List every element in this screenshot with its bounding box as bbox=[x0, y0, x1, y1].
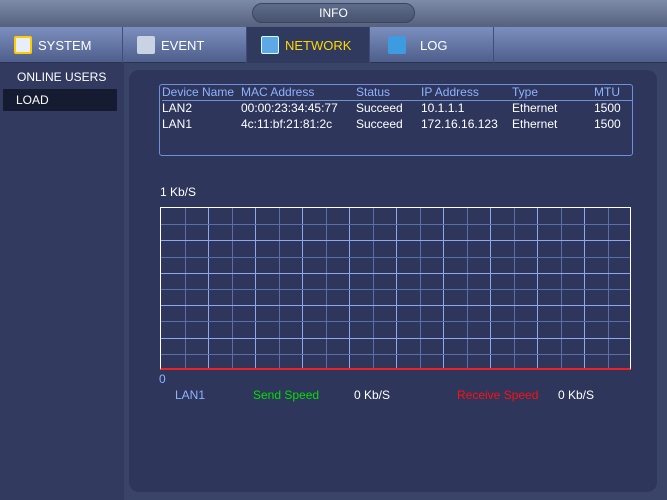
grid-line-h bbox=[161, 240, 630, 242]
send-speed-value: 0 Kb/S bbox=[354, 388, 391, 402]
col-status: Status bbox=[356, 85, 391, 99]
col-device-name: Device Name bbox=[162, 85, 235, 99]
window-title: INFO bbox=[252, 3, 415, 23]
grid-line-v bbox=[396, 208, 397, 368]
send-speed-label: Send Speed bbox=[253, 388, 320, 402]
tab-system[interactable]: SYSTEM bbox=[0, 27, 123, 63]
tab-network[interactable]: NETWORK bbox=[247, 27, 370, 63]
tab-label: EVENT bbox=[161, 37, 205, 53]
network-table: Device Name MAC Address Status IP Addres… bbox=[159, 84, 633, 156]
grid-line-v bbox=[513, 208, 515, 368]
col-type: Type bbox=[512, 85, 539, 99]
grid-line-v bbox=[278, 208, 280, 368]
grid-line-v bbox=[349, 208, 350, 368]
tab-label: LOG bbox=[420, 37, 448, 53]
y-max-label: 1 Kb/S bbox=[160, 185, 197, 199]
receive-speed-value: 0 Kb/S bbox=[558, 388, 595, 402]
cell: LAN2 bbox=[162, 101, 193, 115]
cell: Ethernet bbox=[512, 117, 558, 131]
grid-line-v bbox=[490, 208, 491, 368]
cell: LAN1 bbox=[162, 117, 193, 131]
grid-line-v bbox=[419, 208, 421, 368]
receive-speed-label: Receive Speed bbox=[457, 388, 539, 402]
tab-label: NETWORK bbox=[285, 37, 352, 53]
cell: 10.1.1.1 bbox=[421, 101, 465, 115]
sidebar: ONLINE USERS LOAD bbox=[0, 63, 124, 500]
cell: 1500 bbox=[594, 117, 621, 131]
col-mac: MAC Address bbox=[241, 85, 315, 99]
grid-line-v bbox=[537, 208, 538, 368]
grid-line-h bbox=[161, 256, 630, 258]
system-icon bbox=[14, 36, 32, 54]
log-icon bbox=[388, 36, 406, 54]
sidebar-item-load[interactable]: LOAD bbox=[3, 89, 117, 111]
grid-line-v bbox=[443, 208, 444, 368]
cell: Ethernet bbox=[512, 101, 558, 115]
grid-line-v bbox=[325, 208, 327, 368]
grid-line-v bbox=[607, 208, 609, 368]
tab-event[interactable]: EVENT bbox=[123, 27, 247, 63]
speed-graph bbox=[160, 207, 631, 370]
cell: Succeed bbox=[356, 117, 403, 131]
grid-line-h bbox=[161, 224, 630, 226]
grid-line-v bbox=[466, 208, 468, 368]
grid-line-v bbox=[255, 208, 256, 368]
tab-label: SYSTEM bbox=[38, 37, 92, 53]
cell: 00:00:23:34:45:77 bbox=[241, 101, 338, 115]
grid-line-v bbox=[184, 208, 186, 368]
table-row[interactable]: LAN2 00:00:23:34:45:77 Succeed 10.1.1.1 … bbox=[162, 101, 621, 117]
table-header: Device Name MAC Address Status IP Addres… bbox=[162, 85, 632, 101]
network-icon bbox=[261, 36, 279, 54]
table-row[interactable]: LAN1 4c:11:bf:21:81:2c Succeed 172.16.16… bbox=[162, 117, 621, 133]
grid-line-h bbox=[161, 353, 630, 355]
grid-line-h bbox=[161, 321, 630, 323]
cell: 4c:11:bf:21:81:2c bbox=[241, 117, 333, 131]
grid-line-v bbox=[208, 208, 209, 368]
tab-bar: SYSTEM EVENT NETWORK LOG bbox=[0, 27, 667, 63]
grid-line-h bbox=[161, 305, 630, 307]
col-mtu: MTU bbox=[594, 85, 620, 99]
interface-label: LAN1 bbox=[175, 388, 206, 402]
grid-line-v bbox=[584, 208, 585, 368]
grid-line-v bbox=[302, 208, 303, 368]
grid-line-v bbox=[372, 208, 374, 368]
col-ip: IP Address bbox=[421, 85, 479, 99]
sidebar-item-online-users[interactable]: ONLINE USERS bbox=[3, 66, 117, 88]
tab-log[interactable]: LOG bbox=[370, 27, 494, 63]
grid-line-h bbox=[161, 289, 630, 290]
title-bar: INFO bbox=[0, 0, 667, 27]
grid-line-h bbox=[161, 337, 630, 339]
cell: Succeed bbox=[356, 101, 403, 115]
cell: 1500 bbox=[594, 101, 621, 115]
event-icon bbox=[137, 36, 155, 54]
cell: 172.16.16.123 bbox=[421, 117, 498, 131]
y-min-label: 0 bbox=[159, 372, 166, 386]
grid-line-h bbox=[161, 272, 630, 274]
grid-line-v bbox=[231, 208, 233, 368]
grid-line-v bbox=[560, 208, 562, 368]
